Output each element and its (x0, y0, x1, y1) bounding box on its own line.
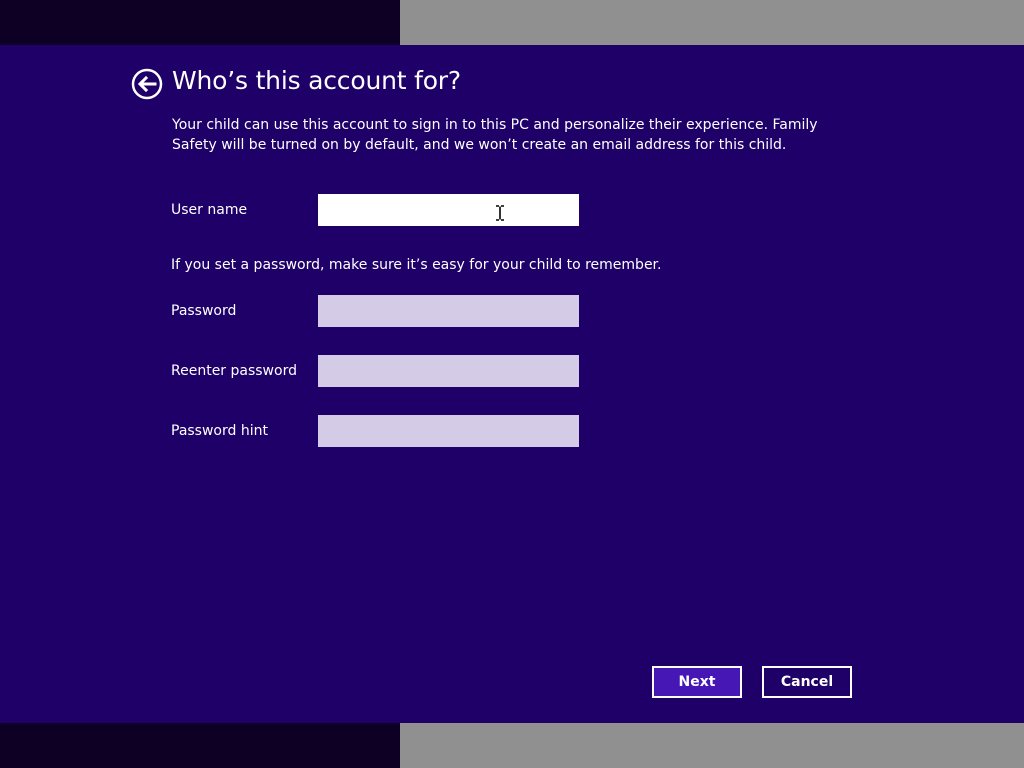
page-title: Who’s this account for? (172, 66, 461, 95)
password-input[interactable] (318, 295, 579, 327)
password-hint-input[interactable] (318, 415, 579, 447)
account-dialog: Who’s this account for? Your child can u… (0, 45, 1024, 723)
password-hint-label: Password hint (171, 423, 268, 439)
password-label: Password (171, 303, 237, 319)
cancel-button[interactable]: Cancel (762, 666, 852, 698)
top-strip-left (0, 0, 400, 45)
back-button[interactable] (131, 68, 163, 100)
username-label: User name (171, 202, 248, 218)
description-text: Your child can use this account to sign … (172, 117, 818, 153)
password-advice-text: If you set a password, make sure it’s ea… (171, 257, 662, 273)
bottom-strip-right (400, 723, 1024, 768)
bottom-strip-left (0, 723, 400, 768)
username-input[interactable] (318, 194, 579, 226)
top-strip-right (400, 0, 1024, 45)
next-button[interactable]: Next (652, 666, 742, 698)
back-arrow-circle-icon (131, 68, 163, 100)
reenter-password-input[interactable] (318, 355, 579, 387)
reenter-password-label: Reenter password (171, 363, 297, 379)
screen: Who’s this account for? Your child can u… (0, 0, 1024, 768)
